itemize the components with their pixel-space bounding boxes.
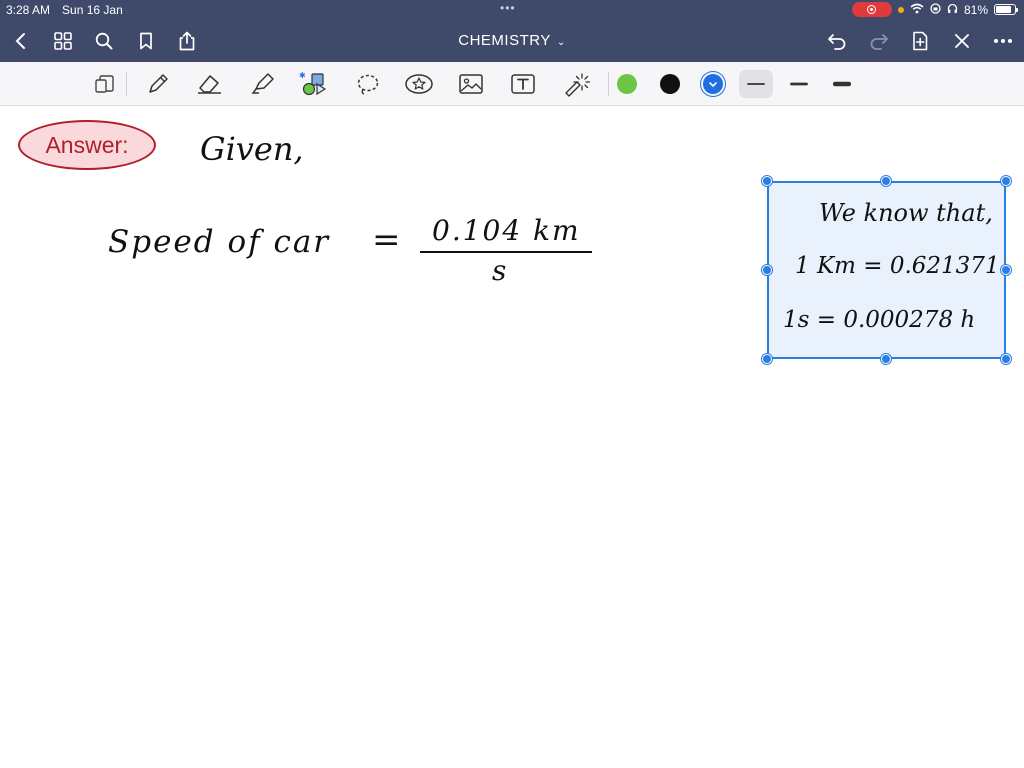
color-swatch-black[interactable] xyxy=(660,74,680,94)
color-swatch-green[interactable] xyxy=(617,74,637,94)
undo-button[interactable] xyxy=(824,28,850,54)
pen-icon xyxy=(149,74,168,93)
resize-handle-right[interactable] xyxy=(1001,265,1011,275)
chevron-down-icon: ⌄ xyxy=(556,37,566,48)
close-button[interactable] xyxy=(949,28,975,54)
headphones-icon xyxy=(947,3,958,17)
page-tool-icon xyxy=(95,75,114,93)
lasso-button[interactable] xyxy=(353,70,383,98)
close-icon xyxy=(955,34,969,48)
sticker-button[interactable] xyxy=(404,70,434,98)
shapes-button[interactable]: ✱ xyxy=(299,70,329,98)
add-page-icon xyxy=(913,31,928,51)
image-icon xyxy=(459,74,483,94)
lasso-icon xyxy=(357,74,379,95)
resize-handle-bottom-left[interactable] xyxy=(762,354,772,364)
text-icon xyxy=(511,74,535,94)
equals-sign: = xyxy=(372,220,401,260)
add-page-button[interactable] xyxy=(907,28,933,54)
stroke-width-thick[interactable] xyxy=(825,70,859,98)
chevron-down-icon xyxy=(709,82,717,88)
highlighter-icon xyxy=(251,73,274,94)
document-title: CHEMISTRY xyxy=(458,32,551,49)
battery-percent: 81% xyxy=(963,2,988,17)
answer-label: Answer: xyxy=(45,131,129,158)
page-tool-button[interactable] xyxy=(90,70,120,98)
more-icon xyxy=(994,39,1012,43)
toolbar-divider xyxy=(608,72,609,96)
resize-handle-top[interactable] xyxy=(881,176,891,186)
medium-line-icon xyxy=(790,82,808,86)
fraction-denominator: s xyxy=(492,254,507,287)
thick-line-icon xyxy=(833,81,851,87)
eraser-icon xyxy=(198,75,221,94)
screen-recording-icon[interactable] xyxy=(851,2,892,17)
multitasking-dots-icon[interactable]: ••• xyxy=(500,1,516,15)
color-swatch-blue[interactable] xyxy=(703,74,723,94)
lasso-selection-box[interactable]: We know that, 1 Km = 0.621371 mi 1s = 0.… xyxy=(767,181,1006,359)
navigation-bar: CHEMISTRY ⌄ xyxy=(0,20,1024,62)
highlighter-button[interactable] xyxy=(248,70,278,98)
thin-line-icon xyxy=(747,83,765,85)
resize-handle-left[interactable] xyxy=(762,265,772,275)
selection-line-1: We know that, xyxy=(819,199,993,227)
selection-line-2: 1 Km = 0.621371 mi xyxy=(795,253,1004,279)
resize-handle-bottom-right[interactable] xyxy=(1001,354,1011,364)
svg-text:✱: ✱ xyxy=(299,71,306,80)
undo-icon xyxy=(828,34,846,50)
toolbar-divider xyxy=(126,72,127,96)
status-time: 3:28 AM xyxy=(6,3,51,17)
stroke-width-thin[interactable] xyxy=(739,70,773,98)
image-button[interactable] xyxy=(456,70,486,98)
note-canvas[interactable]: Answer: Given, Speed of car = 0.104 km s… xyxy=(0,106,1024,768)
shapes-icon: ✱ xyxy=(299,71,327,96)
selection-line-3: 1s = 0.000278 h xyxy=(783,307,976,333)
answer-badge: Answer: xyxy=(18,120,156,170)
redo-icon xyxy=(870,34,888,50)
sticker-icon xyxy=(405,74,433,94)
wifi-icon xyxy=(910,3,924,17)
fraction-numerator: 0.104 km xyxy=(432,214,581,247)
laser-pointer-icon xyxy=(565,73,590,97)
orientation-lock-icon xyxy=(930,2,941,17)
drawing-toolbar: ✱ xyxy=(0,62,1024,106)
laser-pointer-button[interactable] xyxy=(561,70,591,98)
redo-button[interactable] xyxy=(866,28,892,54)
text-button[interactable] xyxy=(508,70,538,98)
fraction-bar xyxy=(420,251,592,253)
speed-of-car-handwriting: Speed of car xyxy=(108,224,331,260)
status-date: Sun 16 Jan xyxy=(62,3,123,17)
resize-handle-bottom[interactable] xyxy=(881,354,891,364)
status-bar: 3:28 AM Sun 16 Jan ••• 81% xyxy=(0,0,1024,20)
eraser-button[interactable] xyxy=(195,70,225,98)
resize-handle-top-right[interactable] xyxy=(1001,176,1011,186)
more-options-button[interactable] xyxy=(990,28,1016,54)
given-handwriting: Given, xyxy=(200,130,304,168)
pen-button[interactable] xyxy=(143,70,173,98)
mic-in-use-icon xyxy=(897,6,904,13)
stroke-width-medium[interactable] xyxy=(782,70,816,98)
battery-icon xyxy=(994,4,1018,15)
resize-handle-top-left[interactable] xyxy=(762,176,772,186)
